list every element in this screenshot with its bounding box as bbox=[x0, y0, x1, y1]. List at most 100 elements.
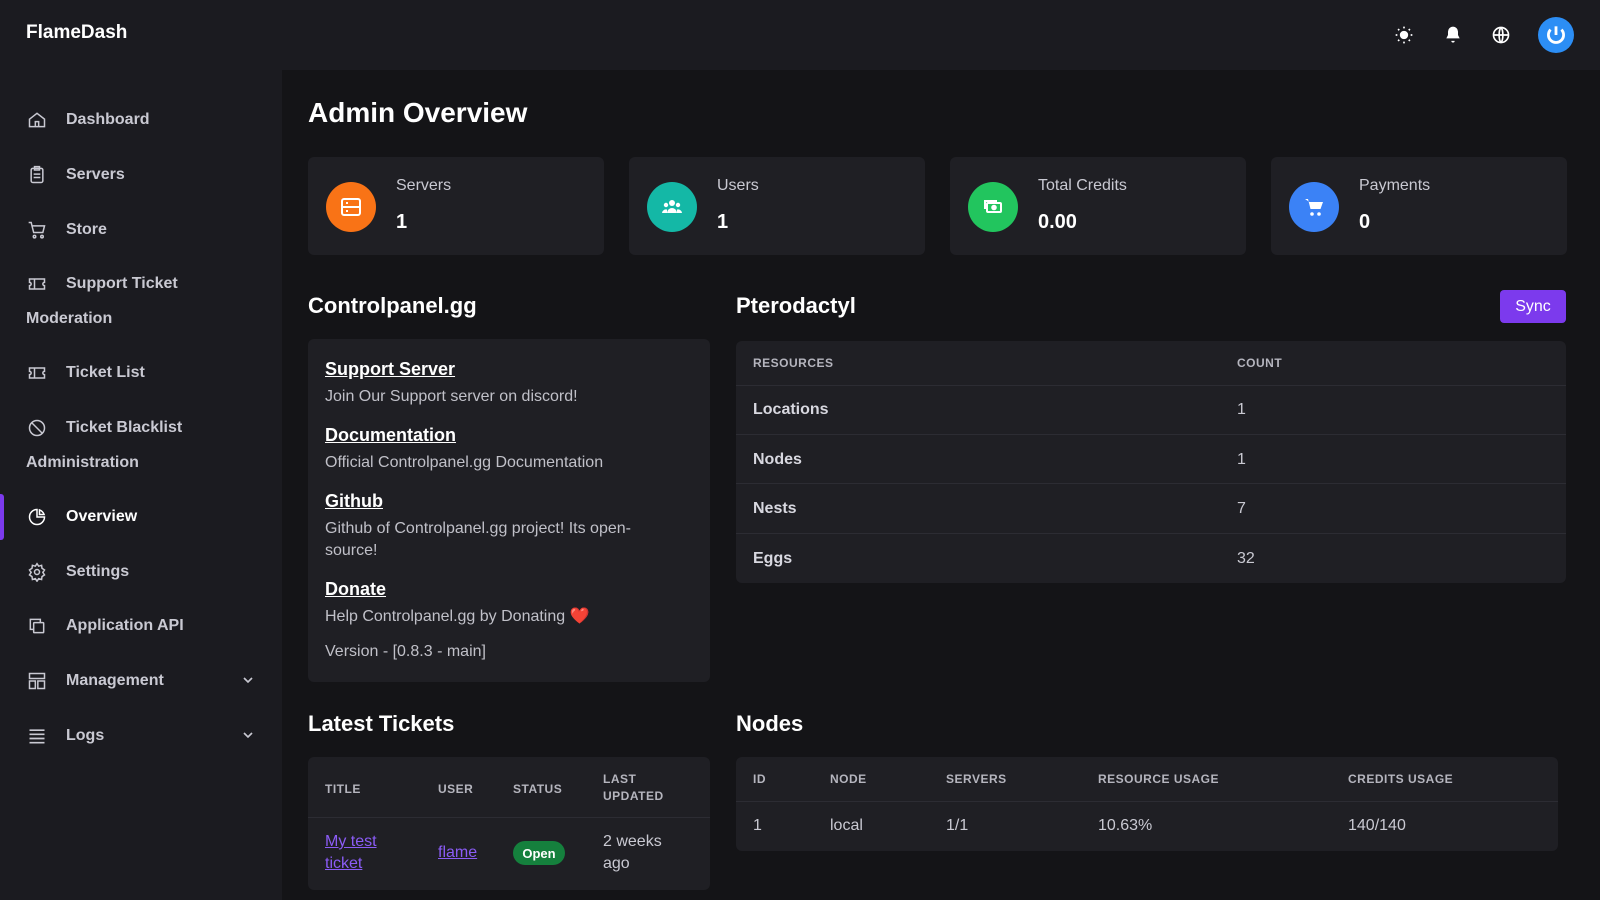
sidebar-item-support-ticket[interactable]: Support Ticket bbox=[0, 261, 282, 307]
sidebar-item-store[interactable]: Store bbox=[0, 207, 282, 253]
resource-name: Nests bbox=[753, 500, 797, 517]
sidebar-item-servers[interactable]: Servers bbox=[0, 152, 282, 198]
list-icon bbox=[26, 725, 48, 747]
node-name: local bbox=[830, 817, 863, 834]
stat-card-users: Users 1 bbox=[629, 157, 925, 255]
sidebar-item-label: Dashboard bbox=[66, 111, 150, 128]
controlpanel-links-panel: Support Server Join Our Support server o… bbox=[308, 339, 710, 682]
sidebar-item-label: Store bbox=[66, 221, 107, 238]
link-description: Github of Controlpanel.gg project! Its o… bbox=[325, 520, 631, 559]
github-link[interactable]: Github bbox=[325, 491, 665, 512]
ticket-user-link[interactable]: flame bbox=[438, 842, 477, 864]
sidebar-item-ticket-list[interactable]: Ticket List bbox=[0, 350, 282, 396]
sidebar-item-label: Ticket Blacklist bbox=[66, 419, 183, 436]
resource-count: 1 bbox=[1237, 401, 1246, 418]
cart-icon bbox=[1289, 182, 1339, 232]
column-header: RESOURCES bbox=[753, 356, 834, 370]
sidebar-item-overview[interactable]: Overview bbox=[0, 494, 282, 540]
sidebar-item-logs[interactable]: Logs bbox=[0, 713, 282, 759]
divider bbox=[736, 533, 1566, 534]
sidebar-item-management[interactable]: Management bbox=[0, 658, 282, 704]
sidebar-item-application-api[interactable]: Application API bbox=[0, 603, 282, 649]
user-avatar[interactable] bbox=[1538, 17, 1574, 53]
copy-icon bbox=[26, 615, 48, 637]
brand-logo[interactable]: FlameDash bbox=[26, 22, 127, 44]
server-icon bbox=[26, 164, 48, 186]
stat-card-payments: Payments 0 bbox=[1271, 157, 1567, 255]
ban-icon bbox=[26, 417, 48, 439]
divider bbox=[736, 801, 1558, 802]
divider bbox=[736, 385, 1566, 386]
ticket-title-line: ticket bbox=[325, 855, 363, 872]
node-id: 1 bbox=[753, 817, 762, 834]
stat-value: 1 bbox=[396, 211, 408, 233]
documentation-link[interactable]: Documentation bbox=[325, 425, 665, 446]
version-text: Version - [0.8.3 - main] bbox=[325, 643, 486, 660]
sun-icon[interactable] bbox=[1392, 23, 1416, 47]
stat-card-total-credits: Total Credits 0.00 bbox=[950, 157, 1246, 255]
ticket-last-updated: 2 weeks ago bbox=[603, 831, 662, 875]
column-header: STATUS bbox=[513, 782, 563, 796]
donate-link[interactable]: Donate bbox=[325, 579, 665, 600]
sidebar-item-label: Settings bbox=[66, 563, 130, 580]
latest-tickets-table: TITLE USER STATUS LAST UPDATED My test t… bbox=[308, 757, 710, 890]
link-block-donate: Donate Help Controlpanel.gg by Donating … bbox=[325, 579, 665, 628]
sidebar-item-dashboard[interactable]: Dashboard bbox=[0, 97, 282, 143]
stat-card-servers: Servers 1 bbox=[308, 157, 604, 255]
nodes-heading: Nodes bbox=[736, 711, 804, 736]
bell-icon[interactable] bbox=[1441, 23, 1465, 47]
node-resource-usage: 10.63% bbox=[1098, 817, 1153, 834]
sidebar-item-label: Servers bbox=[66, 166, 125, 183]
server-icon bbox=[326, 182, 376, 232]
sidebar-item-label: Management bbox=[66, 672, 164, 689]
column-header: SERVERS bbox=[946, 772, 1007, 786]
sidebar: Dashboard Servers Store Support Ticket M… bbox=[0, 70, 282, 900]
ticket-icon bbox=[26, 273, 48, 295]
power-icon bbox=[1547, 26, 1565, 44]
link-description: Help Controlpanel.gg by Donating ❤️ bbox=[325, 608, 590, 625]
divider bbox=[736, 483, 1566, 484]
link-block-support-server: Support Server Join Our Support server o… bbox=[325, 359, 665, 408]
sidebar-item-settings[interactable]: Settings bbox=[0, 549, 282, 595]
column-header: UPDATED bbox=[603, 789, 664, 803]
sidebar-item-label: Application API bbox=[66, 617, 184, 634]
pterodactyl-resources-table: RESOURCES COUNT Locations 1 Nodes 1 Nest… bbox=[736, 341, 1566, 583]
resource-name: Eggs bbox=[753, 550, 793, 567]
chevron-down-icon[interactable] bbox=[240, 727, 256, 743]
page-title: Admin Overview bbox=[308, 97, 528, 128]
divider bbox=[308, 817, 710, 818]
status-badge: Open bbox=[513, 841, 565, 865]
node-servers: 1/1 bbox=[946, 817, 969, 834]
sidebar-item-label: Logs bbox=[66, 727, 105, 744]
sidebar-item-label: Support Ticket bbox=[66, 275, 178, 292]
stat-value: 0.00 bbox=[1038, 211, 1077, 233]
money-icon bbox=[968, 182, 1018, 232]
ticket-title-link[interactable]: My test ticket bbox=[325, 831, 377, 875]
stat-label: Servers bbox=[396, 177, 452, 194]
top-bar: FlameDash bbox=[0, 0, 1600, 70]
nodes-table: ID NODE SERVERS RESOURCE USAGE CREDITS U… bbox=[736, 757, 1558, 851]
section-heading-moderation: Moderation bbox=[26, 310, 113, 327]
stat-value: 1 bbox=[717, 211, 729, 233]
pterodactyl-heading: Pterodactyl bbox=[736, 293, 856, 318]
chevron-down-icon[interactable] bbox=[240, 672, 256, 688]
globe-icon[interactable] bbox=[1489, 23, 1513, 47]
layout-icon bbox=[26, 670, 48, 692]
node-credits-usage: 140/140 bbox=[1348, 817, 1406, 834]
users-icon bbox=[647, 182, 697, 232]
sidebar-item-ticket-blacklist[interactable]: Ticket Blacklist bbox=[0, 405, 282, 451]
resource-count: 7 bbox=[1237, 500, 1246, 517]
ticket-title-line: My test bbox=[325, 833, 377, 850]
stat-value: 0 bbox=[1359, 211, 1371, 233]
latest-tickets-heading: Latest Tickets bbox=[308, 711, 455, 736]
column-header: COUNT bbox=[1237, 356, 1283, 370]
support-server-link[interactable]: Support Server bbox=[325, 359, 665, 380]
stat-label: Total Credits bbox=[1038, 177, 1127, 194]
resource-name: Nodes bbox=[753, 451, 802, 468]
column-header: CREDITS USAGE bbox=[1348, 772, 1454, 786]
sync-button[interactable]: Sync bbox=[1500, 290, 1566, 323]
resource-name: Locations bbox=[753, 401, 829, 418]
link-block-github: Github Github of Controlpanel.gg project… bbox=[325, 491, 665, 562]
sidebar-item-label: Overview bbox=[66, 508, 138, 525]
stat-label: Payments bbox=[1359, 177, 1431, 194]
